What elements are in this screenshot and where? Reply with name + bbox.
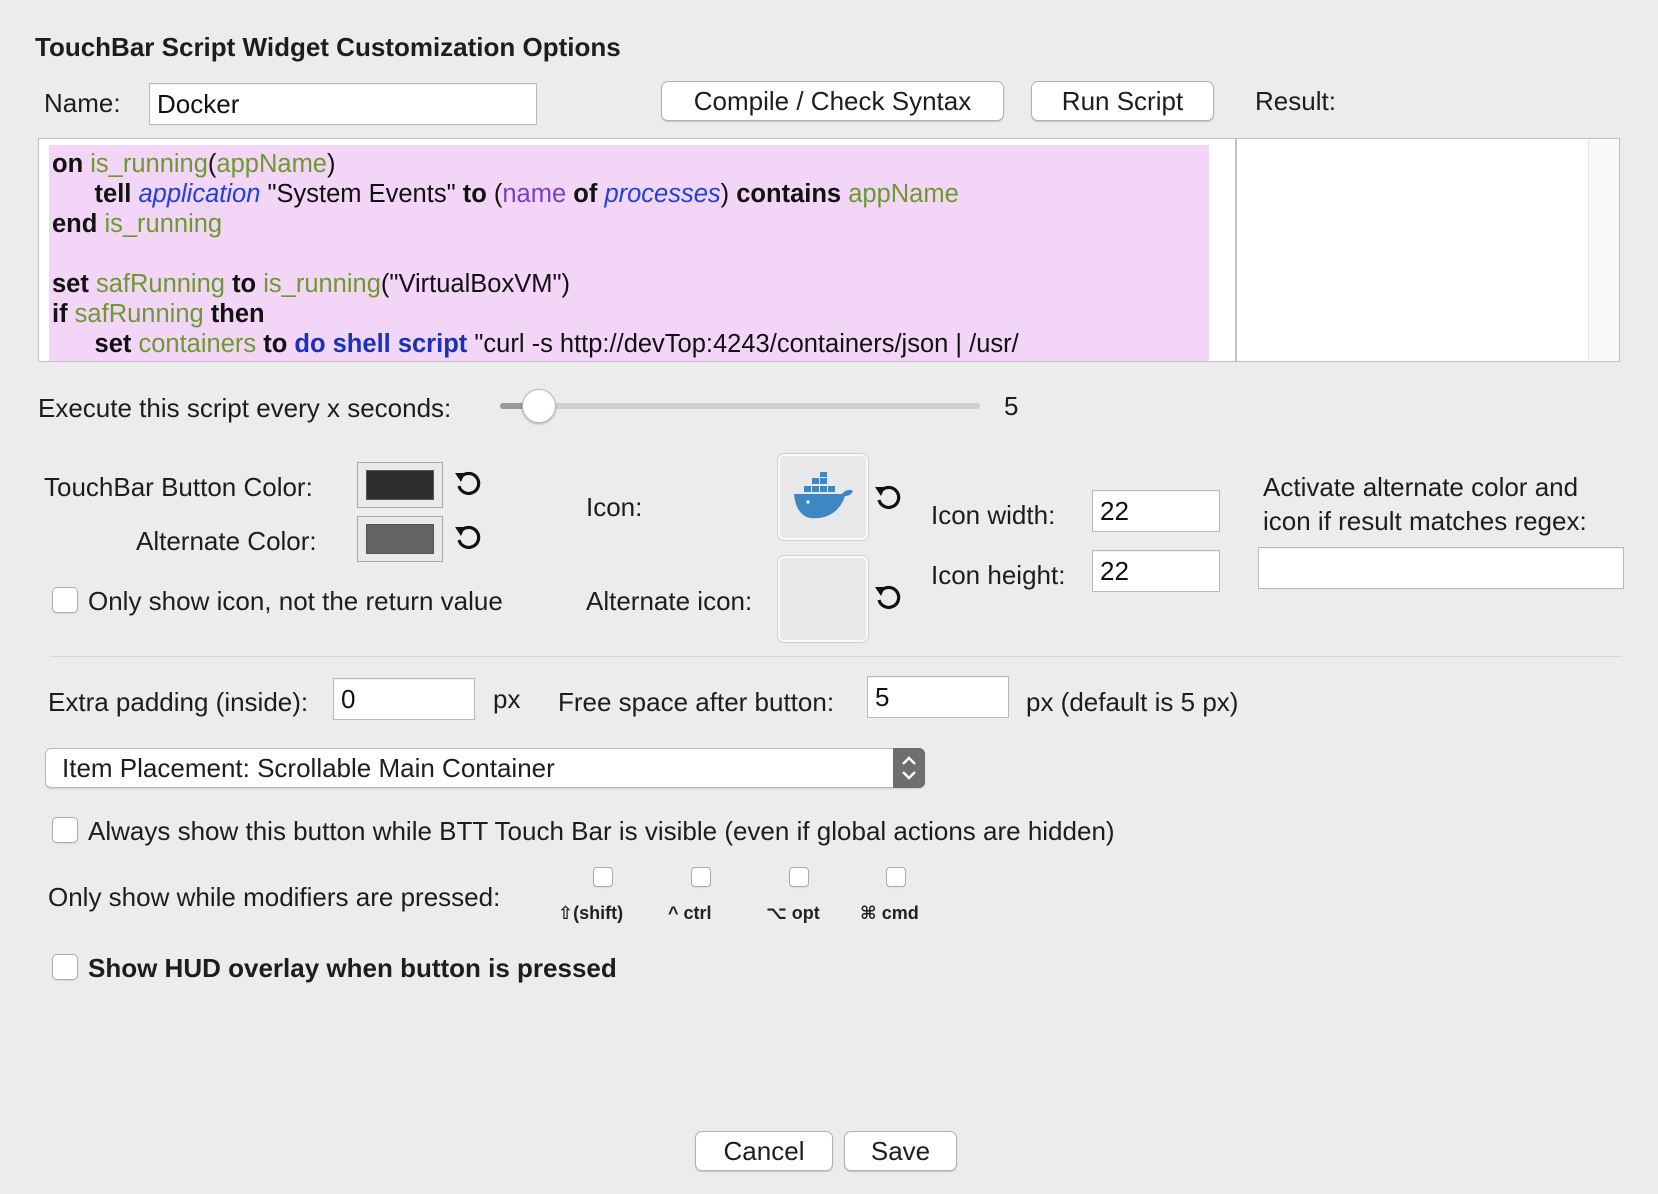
script-editor[interactable]: on is_running(appName) tell application … [38, 138, 1236, 362]
code-line: on is_running(appName) [52, 150, 336, 178]
free-space-input[interactable] [867, 676, 1009, 718]
icon-height-input[interactable] [1092, 550, 1220, 592]
icon-label: Icon: [586, 492, 643, 522]
always-show-label: Always show this button while BTT Touch … [88, 816, 1115, 846]
reset-alternate-color-icon[interactable] [452, 522, 484, 554]
regex-input[interactable] [1258, 547, 1624, 589]
button-color-swatch [366, 470, 434, 500]
icon-height-label: Icon height: [931, 560, 1066, 590]
only-show-icon-checkbox[interactable] [52, 587, 78, 613]
run-script-button[interactable]: Run Script [1031, 81, 1214, 121]
interval-slider[interactable] [500, 389, 980, 423]
button-color-well[interactable] [357, 462, 443, 508]
compile-check-syntax-button[interactable]: Compile / Check Syntax [661, 81, 1004, 121]
code-line: if safRunning then [52, 300, 265, 328]
item-placement-value: Item Placement: Scrollable Main Containe… [62, 753, 555, 783]
cancel-button[interactable]: Cancel [695, 1131, 833, 1171]
result-output[interactable] [1236, 138, 1620, 362]
name-input[interactable] [149, 83, 537, 125]
modifier-ctrl-label: ^ ctrl [668, 903, 712, 923]
hud-overlay-checkbox[interactable] [52, 954, 78, 980]
code-line: set safRunning to is_running("VirtualBox… [52, 270, 571, 298]
icon-well[interactable] [778, 454, 868, 540]
alternate-icon-well[interactable] [778, 556, 868, 642]
reset-alternate-icon-icon[interactable] [872, 582, 904, 614]
item-placement-popup[interactable]: Item Placement: Scrollable Main Containe… [45, 748, 925, 788]
free-space-label: Free space after button: [558, 687, 835, 717]
code-line: tell application "System Events" to (nam… [94, 180, 959, 208]
alternate-icon-label: Alternate icon: [586, 586, 753, 616]
code-line: set containers to do shell script "curl … [94, 330, 1019, 358]
window-title: TouchBar Script Widget Customization Opt… [35, 32, 621, 62]
code-line: end is_running [52, 210, 223, 238]
reset-button-color-icon[interactable] [452, 468, 484, 500]
alternate-color-label: Alternate Color: [136, 526, 317, 556]
icon-width-input[interactable] [1092, 490, 1220, 532]
modifier-cmd-label: ⌘ cmd [860, 903, 919, 923]
interval-value: 5 [1004, 391, 1019, 421]
modifier-ctrl-checkbox[interactable] [691, 867, 711, 887]
modifiers-label: Only show while modifiers are pressed: [48, 882, 501, 912]
alternate-color-well[interactable] [357, 516, 443, 562]
regex-label-line1: Activate alternate color and [1263, 472, 1579, 502]
modifier-opt-label: ⌥ opt [766, 903, 820, 923]
interval-slider-knob[interactable] [522, 389, 557, 423]
save-button[interactable]: Save [844, 1131, 957, 1171]
modifier-cmd-checkbox[interactable] [886, 867, 906, 887]
modifier-opt-checkbox[interactable] [789, 867, 809, 887]
button-color-label: TouchBar Button Color: [44, 472, 313, 502]
docker-whale-icon [794, 472, 853, 519]
result-scrollbar[interactable] [1588, 139, 1619, 361]
script-code[interactable]: on is_running(appName) tell application … [49, 145, 1209, 361]
icon-width-label: Icon width: [931, 500, 1056, 530]
extra-padding-input[interactable] [333, 678, 475, 720]
always-show-checkbox[interactable] [52, 817, 78, 843]
name-label: Name: [44, 88, 121, 118]
alternate-color-swatch [366, 524, 434, 554]
reset-icon-icon[interactable] [872, 482, 904, 514]
result-label: Result: [1255, 86, 1336, 116]
free-space-unit: px (default is 5 px) [1026, 687, 1239, 717]
extra-padding-label: Extra padding (inside): [48, 687, 309, 717]
regex-label-line2: icon if result matches regex: [1263, 506, 1587, 536]
only-show-icon-label: Only show icon, not the return value [88, 586, 503, 616]
hud-overlay-label: Show HUD overlay when button is pressed [88, 953, 617, 983]
modifier-shift-checkbox[interactable] [593, 867, 613, 887]
chevron-updown-icon[interactable] [893, 748, 925, 788]
modifier-shift-label: ⇧(shift) [558, 903, 624, 923]
extra-padding-unit: px [493, 684, 521, 714]
separator [50, 656, 1622, 657]
interval-label: Execute this script every x seconds: [38, 393, 452, 423]
